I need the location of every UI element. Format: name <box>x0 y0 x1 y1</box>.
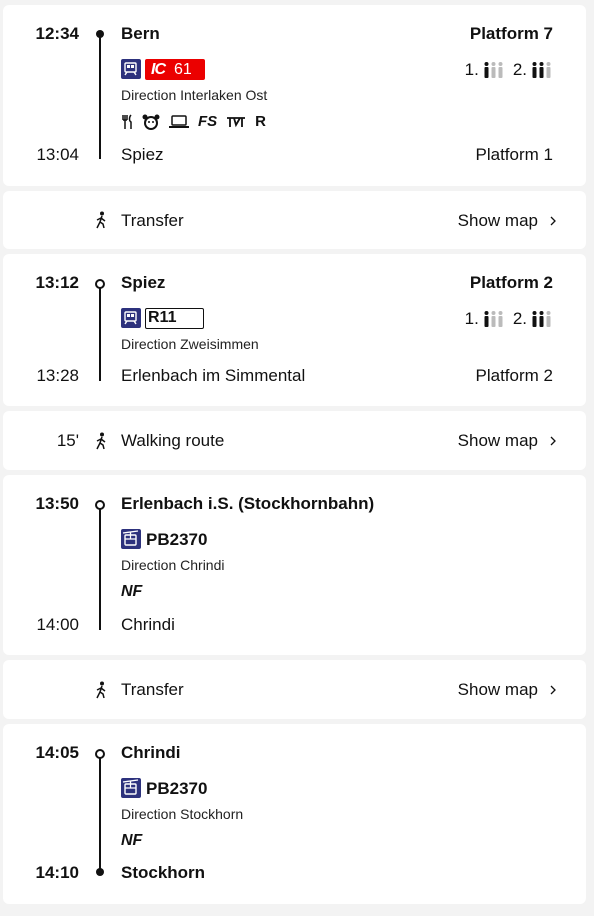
arrival-time: 14:10 <box>35 863 79 882</box>
transfer-label: Transfer <box>121 211 184 230</box>
line-number: 61 <box>174 60 192 78</box>
chevron-right-icon <box>550 436 556 446</box>
occupancy-medium-icon <box>531 61 553 79</box>
service-icons: FS R <box>121 113 266 130</box>
occupancy-low-icon <box>483 61 505 79</box>
departure-platform: Platform 7 <box>469 24 553 43</box>
departure-stop: Chrindi <box>121 743 181 762</box>
train-icon <box>121 59 141 79</box>
journey-leg-3[interactable]: 13:50 Erlenbach i.S. (Stockhornbahn) PB2… <box>3 475 586 655</box>
show-map-button[interactable]: Show map <box>458 680 556 700</box>
show-map-button[interactable]: Show map <box>458 431 556 451</box>
second-class-label: 2. <box>512 60 527 79</box>
arrival-stop: Chrindi <box>121 615 175 634</box>
line-badge: PB2370 <box>146 530 208 549</box>
departure-time: 13:50 <box>35 494 79 513</box>
route-line <box>99 508 101 630</box>
arrival-stop: Spiez <box>121 145 164 164</box>
direction: Direction Stockhorn <box>121 806 244 822</box>
journey-leg-4[interactable]: 14:05 Chrindi PB2370 Direction Stockhorn… <box>3 724 586 904</box>
walking-icon <box>96 211 106 229</box>
walk-duration: 15' <box>56 431 79 450</box>
journey-leg-2[interactable]: 13:12 Spiez Platform 2 R11 1. 2. Directi… <box>3 254 586 406</box>
restaurant-icon <box>122 113 132 129</box>
occupancy-indicator: 1. 2. <box>465 60 553 80</box>
walking-icon <box>96 432 106 450</box>
departure-time: 14:05 <box>35 743 79 762</box>
direction: Direction Chrindi <box>121 557 225 573</box>
show-map-label: Show map <box>457 211 538 230</box>
occupancy-indicator: 1. 2. <box>465 309 553 329</box>
transfer-label: Transfer <box>121 680 184 699</box>
departure-time: 13:12 <box>35 273 79 292</box>
chevron-right-icon <box>550 216 556 226</box>
arrival-stop: Erlenbach im Simmental <box>121 366 306 385</box>
walking-route-label: Walking route <box>121 431 225 450</box>
departure-time: 12:34 <box>35 24 79 43</box>
show-map-button[interactable]: Show map <box>458 211 556 231</box>
cable-car-icon <box>121 778 141 798</box>
arrival-time: 13:28 <box>36 366 79 385</box>
train-icon <box>121 308 141 328</box>
route-line <box>99 287 101 381</box>
show-map-label: Show map <box>457 431 538 450</box>
chevron-right-icon <box>550 685 556 695</box>
bike-icon <box>227 116 246 127</box>
business-zone-icon <box>169 114 189 128</box>
departure-stop: Spiez <box>121 273 166 292</box>
line-badge: PB2370 <box>146 779 208 798</box>
direction: Direction Interlaken Ost <box>121 87 268 103</box>
show-map-label: Show map <box>457 680 538 699</box>
departure-stop: Erlenbach i.S. (Stockhornbahn) <box>121 494 375 513</box>
reservation-label: R <box>255 113 267 130</box>
first-class-label: 1. <box>464 60 479 79</box>
journey-leg-1[interactable]: 12:34 Bern Platform 7 IC 61 1. 2. Direct… <box>3 5 586 186</box>
low-floor-label: NF <box>121 832 143 849</box>
walking-icon <box>96 681 106 699</box>
arrival-platform: Platform 2 <box>475 366 553 385</box>
direction: Direction Zweisimmen <box>121 336 259 352</box>
departure-stop: Bern <box>121 24 160 43</box>
cable-car-icon <box>121 529 141 549</box>
arrival-dot <box>96 868 104 876</box>
line-badge: IC 61 <box>145 59 205 80</box>
arrival-time: 13:04 <box>36 145 79 164</box>
route-line <box>99 34 101 159</box>
occupancy-low-icon <box>483 310 505 328</box>
occupancy-medium-icon <box>531 310 553 328</box>
arrival-time: 14:00 <box>36 615 79 634</box>
line-type: IC <box>151 60 166 78</box>
transfer-row-1: Transfer Show map <box>3 191 586 249</box>
first-class-label: 1. <box>464 309 479 328</box>
low-floor-label: NF <box>121 583 143 600</box>
family-zone-icon <box>142 114 160 130</box>
departure-platform: Platform 2 <box>469 273 553 292</box>
transfer-row-2: 15' Walking route Show map <box>3 411 586 470</box>
second-class-label: 2. <box>512 309 527 328</box>
transfer-row-3: Transfer Show map <box>3 660 586 719</box>
fs-label: FS <box>198 113 218 130</box>
arrival-stop: Stockhorn <box>121 863 206 882</box>
arrival-platform: Platform 1 <box>475 145 553 164</box>
route-line <box>99 757 101 872</box>
line-badge: R11 <box>145 308 204 329</box>
